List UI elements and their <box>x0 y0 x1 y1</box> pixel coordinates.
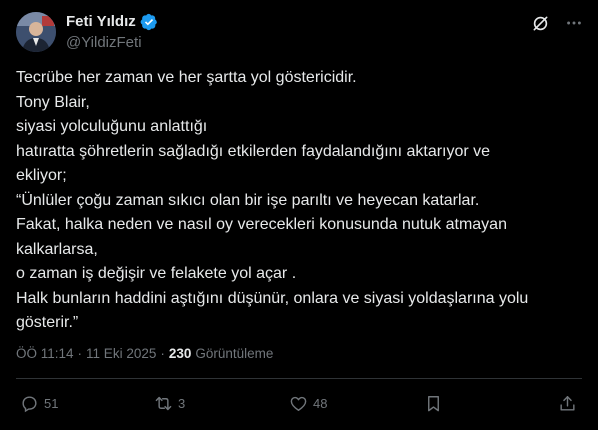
post-header-actions <box>530 13 584 33</box>
post-line: hatıratta şöhretlerin sağladığı etkilerd… <box>16 142 491 160</box>
post-text: Tecrübe her zaman ve her şartta yol göst… <box>16 66 576 336</box>
action-bar: 51 3 48 <box>0 394 598 418</box>
more-icon[interactable] <box>564 13 584 33</box>
views-count[interactable]: 230 <box>169 346 192 361</box>
post-line: ekliyor; <box>16 167 67 184</box>
avatar[interactable] <box>16 12 56 52</box>
like-count: 48 <box>313 396 328 411</box>
avatar-image <box>16 12 56 52</box>
post-date[interactable]: 11 Eki 2025 <box>86 346 156 361</box>
post-line: siyasi yolculuğunu anlattığı <box>16 118 208 135</box>
author-handle[interactable]: @YildizFeti <box>66 34 158 52</box>
reply-count: 51 <box>44 396 59 411</box>
post-line: Fakat, halka neden ve nasıl oy verecekle… <box>16 216 507 233</box>
post-line: kalkarlarsa, <box>16 240 98 258</box>
post-line: Halk bunların haddini aştığını düşünür, … <box>16 289 529 307</box>
reply-button[interactable]: 51 <box>20 394 58 413</box>
views-label: Görüntüleme <box>195 346 274 361</box>
like-icon <box>290 396 307 411</box>
verified-badge-icon <box>140 13 158 31</box>
bookmark-icon <box>428 396 439 412</box>
post-line: Tecrübe her zaman ve her şartta yol göst… <box>16 69 357 86</box>
share-button[interactable] <box>558 394 577 413</box>
author-block: Feti Yıldız @YildizFeti <box>66 13 158 52</box>
post-line: gösterir.” <box>16 314 79 331</box>
share-icon <box>560 396 575 411</box>
post-meta: ÖÖ 11:14 · 11 Eki 2025 · 230 Görüntüleme <box>16 346 273 361</box>
post-line: o zaman iş değişir ve felakete yol açar … <box>16 265 297 282</box>
repost-button[interactable]: 3 <box>154 394 185 413</box>
post-line: Tony Blair, <box>16 93 90 111</box>
meta-separator: · <box>77 346 83 361</box>
divider <box>16 378 582 379</box>
grok-icon[interactable] <box>530 13 550 33</box>
author-name[interactable]: Feti Yıldız <box>66 13 136 31</box>
repost-icon <box>155 396 172 411</box>
reply-icon <box>22 396 37 413</box>
meta-separator: · <box>160 346 165 361</box>
like-button[interactable]: 48 <box>289 394 327 413</box>
post-time[interactable]: ÖÖ 11:14 <box>16 346 74 361</box>
repost-count: 3 <box>178 396 186 411</box>
bookmark-button[interactable] <box>424 394 443 413</box>
post-line: “Ünlüler çoğu zaman sıkıcı olan bir işe … <box>16 191 480 209</box>
